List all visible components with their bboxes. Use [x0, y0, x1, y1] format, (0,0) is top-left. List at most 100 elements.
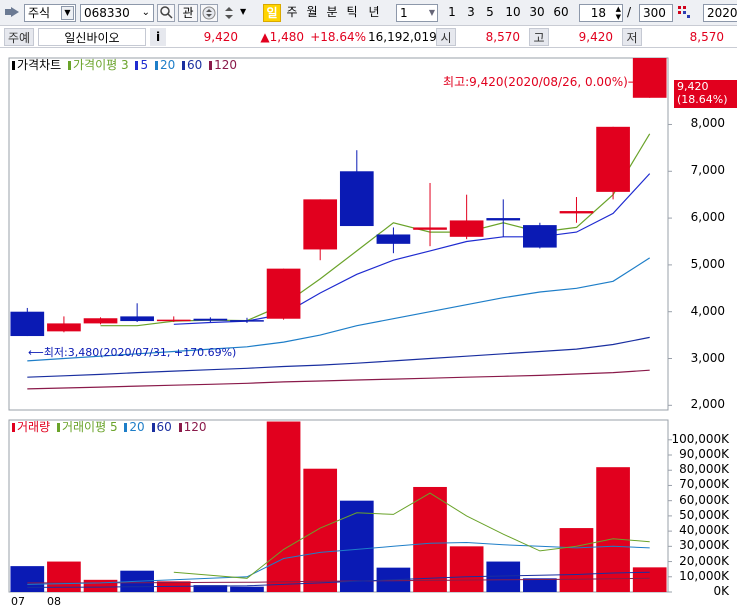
spinner-icon[interactable] [221, 4, 237, 22]
chevron-down-icon[interactable]: ▼ [61, 6, 74, 20]
total-input[interactable]: 300 [639, 4, 673, 22]
link-arrow-icon[interactable] [4, 4, 22, 22]
candle-body [596, 126, 630, 192]
date-value: 2020/ [707, 6, 737, 20]
volume-bar [339, 500, 374, 592]
info-icon[interactable]: i [150, 28, 166, 46]
open-price-text: 8,570 [485, 30, 520, 44]
code-value: 068330 [84, 6, 130, 20]
low-price: 8,570 [644, 28, 730, 46]
grid-settings-icon[interactable] [676, 4, 692, 22]
candle-body [376, 234, 411, 244]
updown-circle-icon[interactable] [200, 4, 218, 22]
candle-body [10, 311, 45, 337]
volume-bar [486, 561, 521, 592]
volume-chart[interactable] [0, 416, 737, 596]
volume-bar [83, 579, 118, 592]
candle-body [559, 211, 594, 214]
candle-body [266, 268, 301, 319]
period-minute[interactable]: 분 [323, 4, 341, 22]
period-year[interactable]: 년 [363, 4, 385, 22]
chevron-down-icon[interactable]: ⌄ [142, 5, 150, 21]
legend-title: 거래량 [17, 420, 51, 434]
search-icon[interactable] [157, 4, 175, 22]
volume-bar [266, 421, 301, 592]
volume-axis-label: 60,000K [679, 492, 729, 507]
legend-marker [68, 61, 71, 70]
price-legend: 가격차트 가격이평 3 5 20 60 120 [12, 56, 237, 73]
period-label: 틱 [346, 5, 358, 19]
current-price-tag: 9,420 (18.64%) [674, 80, 737, 108]
stock-name: 일신바이오 [38, 28, 146, 46]
price-tag-pct: (18.64%) [677, 93, 728, 106]
legend-period-60: 60 [187, 58, 203, 72]
count-value: 18 [590, 6, 606, 20]
period-label: 년 [368, 5, 380, 19]
volume-axis-label: 100,000K [671, 431, 730, 446]
favorite-button[interactable]: 관 [178, 4, 198, 22]
market-value: 주식 [28, 6, 51, 20]
price-axis-label: 3,000 [690, 350, 725, 365]
change-percent: +18.64% [306, 28, 366, 46]
range-10[interactable]: 10 [502, 4, 524, 22]
period-month[interactable]: 월 [303, 4, 321, 22]
volume-axis-label: 80,000K [679, 462, 729, 477]
candle-body [193, 318, 228, 321]
x-label-07: 07 [11, 595, 25, 608]
legend-marker [151, 423, 155, 432]
legend-period-5: 5 [109, 420, 118, 434]
favorite-label: 관 [182, 6, 194, 20]
candle-body [486, 218, 521, 221]
volume-bar [230, 586, 264, 592]
chevron-down-icon[interactable]: ▼ [429, 5, 435, 21]
code-input[interactable]: 068330 ⌄ [80, 4, 154, 22]
quote-bar: 주예 일신바이오 i 9,420 ▲1,480 +18.64% 16,192,0… [0, 26, 737, 48]
info-icon-text: i [155, 30, 161, 44]
count-input[interactable]: 18 ▲ ▼ [579, 4, 623, 22]
current-price-text: 9,420 [203, 30, 238, 44]
candle-body [303, 199, 338, 250]
legend-period-120: 120 [214, 58, 238, 72]
high-label: 고 [529, 28, 549, 46]
range-1[interactable]: 1 [444, 4, 460, 22]
interval-select[interactable]: 1 ▼ [396, 4, 438, 22]
chevron-down-icon[interactable]: ▼ [240, 4, 250, 22]
price-change: ▲1,480 [248, 28, 304, 46]
period-week[interactable]: 주 [283, 4, 301, 22]
period-label: 월 [306, 5, 318, 19]
candle-body [230, 320, 264, 322]
candle-body [83, 318, 118, 324]
legend-marker [135, 61, 139, 70]
volume-panel: 거래량 거래이평 5 20 60 120 100,000K 90,000K 80,0… [0, 416, 737, 598]
stepper-icon[interactable]: ▲ ▼ [616, 5, 621, 21]
range-60[interactable]: 60 [550, 4, 572, 22]
price-axis-label: 7,000 [690, 163, 725, 178]
volume-axis-label: 70,000K [679, 477, 729, 492]
market-select[interactable]: 주식 ▼ [24, 4, 76, 22]
high-price: 9,420 [551, 28, 619, 46]
period-label: 분 [326, 5, 338, 19]
volume-axis-label: 10,000K [679, 568, 729, 583]
date-input[interactable]: 2020/ [703, 4, 737, 22]
candle-body [156, 319, 191, 322]
candle-body [449, 220, 484, 237]
price-chart[interactable] [0, 50, 737, 416]
range-label: 1 [448, 5, 456, 19]
trade-volume-text: 16,192,019 [368, 30, 437, 44]
low-annotation-text: ⟵최저:3,480(2020/07/31, +170.69%) [28, 346, 237, 359]
range-3[interactable]: 3 [463, 4, 479, 22]
period-label: 주 [286, 5, 298, 19]
period-tick[interactable]: 틱 [343, 4, 361, 22]
legend-period-20: 20 [129, 420, 145, 434]
volume-bar [303, 468, 338, 592]
legend-marker [182, 61, 186, 70]
range-30[interactable]: 30 [526, 4, 548, 22]
period-day[interactable]: 일 [263, 4, 281, 22]
price-panel: 가격차트 가격이평 3 5 20 60 120 최고:9,420(2020/08… [0, 50, 737, 416]
legend-marker [154, 61, 158, 70]
legend-marker [56, 423, 60, 432]
low-label-text: 저 [626, 31, 638, 45]
legend-marker [178, 423, 182, 432]
candle-body [47, 323, 81, 332]
range-5[interactable]: 5 [482, 4, 498, 22]
